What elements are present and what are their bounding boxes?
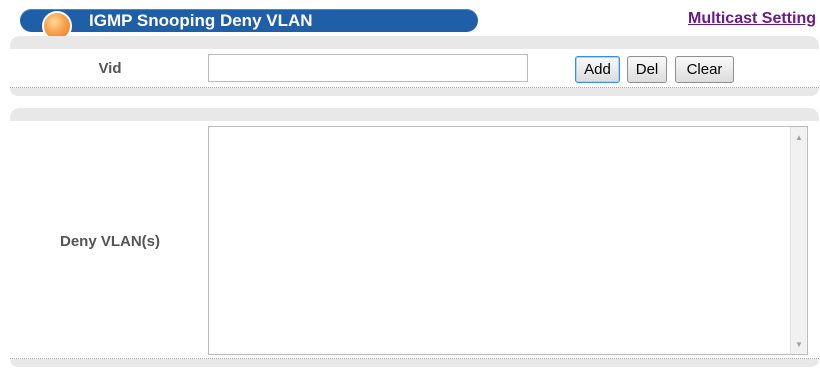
vid-input[interactable] — [208, 54, 528, 82]
clear-button[interactable]: Clear — [675, 56, 734, 83]
vid-label: Vid — [98, 60, 122, 77]
scroll-down-icon[interactable]: ▼ — [791, 336, 807, 352]
panel-bottom-band — [10, 359, 819, 367]
scroll-up-icon[interactable]: ▲ — [791, 129, 807, 145]
panel-top-band — [10, 108, 819, 121]
deny-vlan-label: Deny VLAN(s) — [59, 233, 160, 250]
del-button[interactable]: Del — [627, 56, 667, 83]
panel-bottom-band — [10, 88, 819, 96]
panel-top-band — [10, 36, 819, 49]
deny-vlan-listbox[interactable]: ▲ ▼ — [208, 126, 808, 355]
multicast-setting-link[interactable]: Multicast Setting — [688, 10, 816, 28]
listbox-scrollbar[interactable]: ▲ ▼ — [790, 127, 807, 354]
page-title: IGMP Snooping Deny VLAN — [89, 11, 313, 30]
add-button[interactable]: Add — [575, 56, 620, 83]
